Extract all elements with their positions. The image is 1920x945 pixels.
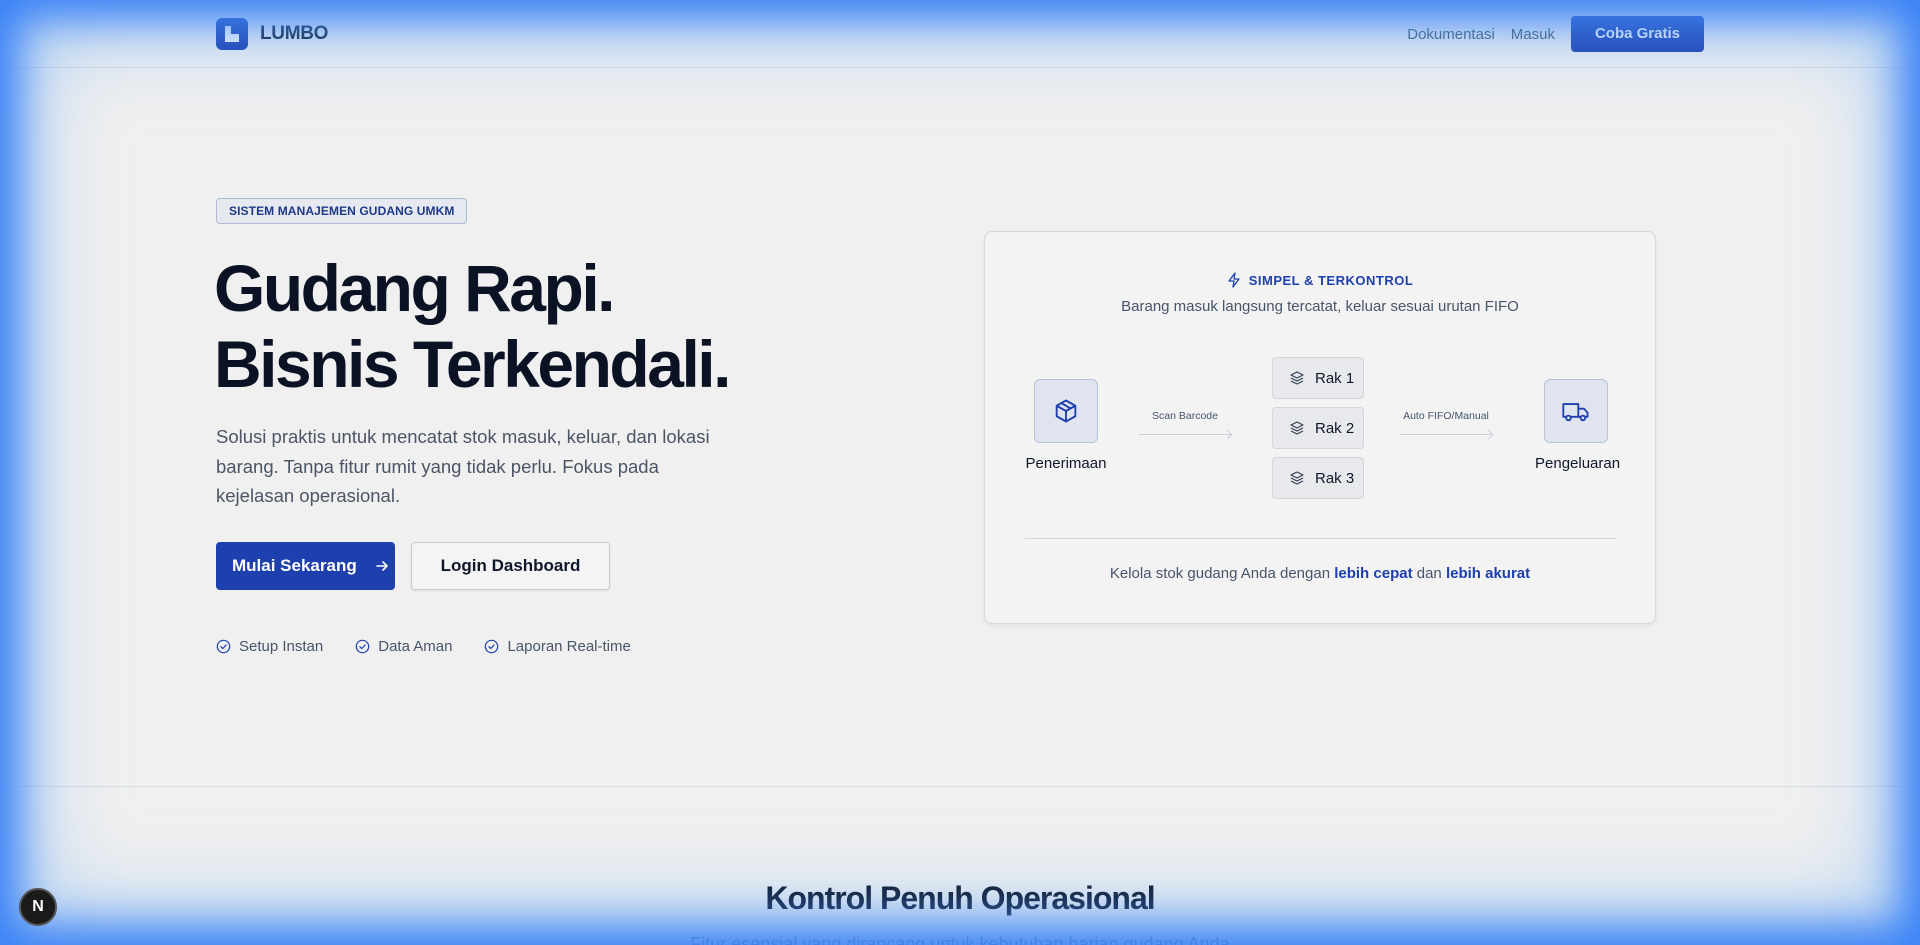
start-now-button[interactable]: Mulai Sekarang [216,542,395,590]
top-nav: Dokumentasi Masuk Coba Gratis [1407,16,1704,52]
outbound-node: Pengeluaran [1535,379,1621,472]
dev-tools-badge[interactable]: N [19,888,57,926]
feature-item: Laporan Real-time [484,638,631,655]
flow-card-tag-label: SIMPEL & TERKONTROL [1248,272,1414,288]
flow-card-divider [1025,538,1617,539]
footer-highlight-fast: lebih cepat [1334,565,1413,582]
truck-icon [1544,379,1608,443]
hero-title-line-1: Gudang Rapi. [214,251,615,325]
site-header: LUMBO Dokumentasi Masuk Coba Gratis [0,0,1920,68]
feature-label: Data Aman [378,638,453,655]
feature-item: Setup Instan [216,638,323,655]
footer-mid: dan [1416,565,1442,582]
rack-label: Rak 2 [1315,419,1355,437]
rack-item-2: Rak 2 [1272,407,1364,449]
feature-list: Setup Instan Data Aman Laporan Real-time [216,638,631,655]
box-icon [1034,379,1098,443]
layers-icon [1290,471,1304,485]
feature-label: Laporan Real-time [507,638,631,655]
hero-subtitle: Solusi praktis untuk mencatat stok masuk… [216,426,710,506]
fifo-label: Auto FIFO/Manual [1403,410,1489,422]
feature-item: Data Aman [355,638,452,655]
check-circle-icon [355,639,370,654]
rack-item-1: Rak 1 [1272,357,1364,399]
start-now-label: Mulai Sekarang [232,556,357,575]
layers-icon [1290,371,1304,385]
login-dashboard-button[interactable]: Login Dashboard [411,542,610,590]
brand-name: LUMBO [260,23,329,44]
rack-item-3: Rak 3 [1272,457,1364,499]
footer-prefix: Kelola stok gudang Anda dengan [1109,565,1331,582]
check-circle-icon [216,639,231,654]
check-circle-icon [485,639,499,654]
hero-badge: SISTEM MANAJEMEN GUDANG UMKM [216,198,468,224]
footer-highlight-accurate: lebih akurat [1445,565,1531,582]
nav-link-masuk[interactable]: Masuk [1511,26,1555,43]
scan-barcode-label: Scan Barcode [1152,410,1218,422]
scan-barcode-connector: Scan Barcode [1139,410,1231,435]
arrow-right-icon [1139,434,1231,435]
arrow-right-icon [1400,434,1492,435]
try-free-button[interactable]: Coba Gratis [1570,16,1704,52]
flow-card-tag: SIMPEL & TERKONTROL [985,272,1655,288]
section-divider [0,786,1920,787]
flow-card: SIMPEL & TERKONTROL Barang masuk langsun… [984,231,1656,624]
section-title: Kontrol Penuh Operasional [765,880,1155,916]
hero-title-line-2: Bisnis Terkendali. [214,327,731,401]
inbound-node: Penerimaan [1025,379,1107,472]
section-subtitle: Fitur esensial yang dirancang untuk kebu… [690,934,1230,945]
hero-title: Gudang Rapi. Bisnis Terkendali. [214,250,731,402]
layers-icon [1290,421,1304,435]
rack-label: Rak 3 [1315,469,1355,487]
flow-card-description: Barang masuk langsung tercatat, keluar s… [1121,298,1519,315]
rack-label: Rak 1 [1315,369,1355,387]
inbound-label: Penerimaan [1025,455,1107,472]
nav-link-dokumentasi[interactable]: Dokumentasi [1407,26,1495,43]
arrow-right-icon [375,561,388,571]
logo-icon [216,18,248,50]
brand-logo[interactable]: LUMBO [216,18,328,50]
fifo-connector: Auto FIFO/Manual [1400,410,1492,435]
lightning-icon [1228,272,1240,288]
flow-card-footer: Kelola stok gudang Anda dengan lebih cep… [985,565,1655,582]
outbound-label: Pengeluaran [1535,455,1621,472]
feature-label: Setup Instan [239,638,324,655]
